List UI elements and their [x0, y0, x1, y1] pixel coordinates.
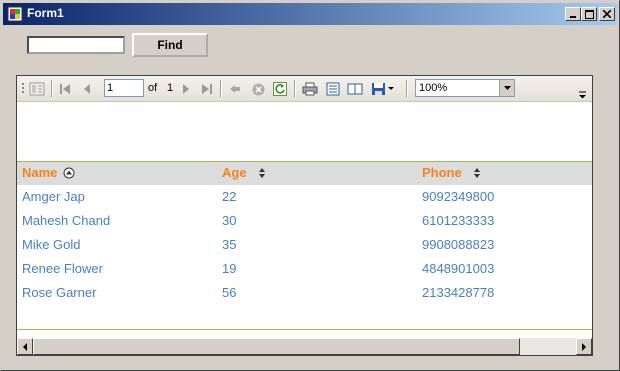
print-layout-icon	[326, 82, 340, 96]
cell-age: 19	[222, 261, 237, 276]
window-title: Form1	[27, 6, 64, 20]
last-page-button[interactable]	[199, 81, 215, 97]
stop-icon	[252, 83, 264, 95]
minimize-button[interactable]	[565, 7, 581, 21]
cell-age: 22	[222, 189, 237, 204]
search-input[interactable]	[27, 36, 125, 54]
toolbar-separator	[51, 80, 53, 97]
find-button[interactable]: Find	[132, 33, 208, 57]
back-button[interactable]	[227, 81, 243, 97]
page-of-label: of	[148, 82, 158, 94]
cell-phone: 9908088823	[422, 237, 495, 252]
first-page-button[interactable]	[57, 81, 73, 97]
save-disk-icon	[371, 83, 385, 95]
scroll-right-icon	[581, 342, 586, 351]
sort-both-icon[interactable]	[472, 167, 482, 179]
cell-phone: 6101233333	[422, 213, 495, 228]
column-header-label: Age	[222, 165, 247, 180]
next-page-button[interactable]	[179, 81, 193, 97]
print-button[interactable]	[301, 81, 319, 97]
printer-icon	[302, 82, 318, 96]
refresh-button[interactable]	[272, 81, 288, 97]
page-setup-icon	[347, 83, 363, 95]
export-button[interactable]	[369, 81, 395, 97]
document-map-button[interactable]	[28, 81, 46, 97]
table-row: Renee Flower 19 4848901003	[17, 257, 592, 281]
cell-age: 56	[222, 285, 237, 300]
close-icon	[603, 10, 611, 18]
previous-page-icon	[84, 84, 90, 94]
column-header-label: Phone	[422, 165, 462, 180]
table-header: Name Age Phone	[17, 161, 592, 185]
cell-name: Mahesh Chand	[22, 213, 111, 228]
cell-name: Amger Jap	[22, 189, 85, 204]
scroll-right-button[interactable]	[576, 338, 592, 355]
table-row: Mahesh Chand 30 6101233333	[17, 209, 592, 233]
cell-phone: 2133428778	[422, 285, 495, 300]
last-page-icon	[202, 84, 212, 94]
cell-phone: 9092349800	[422, 189, 495, 204]
maximize-icon	[584, 9, 594, 19]
table-row: Mike Gold 35 9908088823	[17, 233, 592, 257]
toolbar-overflow-button[interactable]	[577, 87, 587, 103]
report-toolbar: 1 of 1 100%	[17, 76, 592, 102]
first-page-icon	[60, 84, 70, 94]
form-icon	[7, 6, 23, 22]
cell-age: 35	[222, 237, 237, 252]
table-bottom-rule	[17, 329, 592, 330]
report-body: Name Age Phone Amger Jap 22 9092349800 M…	[17, 102, 592, 342]
zoom-dropdown-button[interactable]	[499, 80, 514, 96]
report-viewer: 1 of 1 100% Name Age Phone Amger Jap 22 …	[16, 75, 593, 356]
chevron-down-icon	[503, 86, 511, 90]
sort-ascending-icon[interactable]	[63, 167, 75, 179]
horizontal-scrollbar[interactable]	[17, 338, 592, 355]
header-phone[interactable]: Phone	[422, 165, 482, 180]
zoom-select[interactable]: 100%	[415, 79, 515, 97]
cell-phone: 4848901003	[422, 261, 495, 276]
scroll-left-button[interactable]	[17, 338, 33, 355]
refresh-icon	[273, 82, 287, 96]
header-name[interactable]: Name	[22, 165, 75, 180]
print-layout-button[interactable]	[324, 81, 342, 97]
page-setup-button[interactable]	[346, 81, 364, 97]
column-header-label: Name	[22, 165, 58, 180]
cell-age: 30	[222, 213, 237, 228]
current-page-input[interactable]: 1	[104, 79, 144, 97]
toolbar-separator	[294, 80, 296, 97]
chevron-down-icon	[387, 87, 394, 90]
form1-window: Form1 Find 1 of 1 100% Name Age Phone Am…	[0, 0, 620, 371]
sort-both-icon[interactable]	[257, 167, 267, 179]
table-row: Amger Jap 22 9092349800	[17, 185, 592, 209]
toolbar-grip[interactable]	[21, 81, 25, 97]
previous-page-button[interactable]	[79, 81, 95, 97]
back-arrow-icon	[230, 85, 240, 93]
document-map-icon	[29, 82, 45, 96]
cell-name: Renee Flower	[22, 261, 103, 276]
toolbar-separator	[406, 80, 408, 97]
title-bar[interactable]: Form1	[3, 3, 617, 25]
cell-name: Rose Garner	[22, 285, 97, 300]
stop-button[interactable]	[250, 81, 266, 97]
cell-name: Mike Gold	[22, 237, 81, 252]
overflow-chevron-icon	[578, 91, 586, 99]
maximize-button[interactable]	[581, 7, 597, 21]
table-row: Rose Garner 56 2133428778	[17, 281, 592, 305]
minimize-icon	[570, 16, 576, 18]
close-button[interactable]	[599, 7, 615, 21]
toolbar-separator	[220, 80, 222, 97]
zoom-value: 100%	[419, 82, 448, 94]
header-age[interactable]: Age	[222, 165, 267, 180]
form-client-area: Find 1 of 1 100% Name Age Phone Amger Ja…	[5, 27, 617, 368]
scroll-left-icon	[22, 342, 27, 351]
next-page-icon	[183, 84, 189, 94]
scrollbar-thumb[interactable]	[33, 338, 520, 355]
total-pages-label: 1	[167, 82, 174, 94]
